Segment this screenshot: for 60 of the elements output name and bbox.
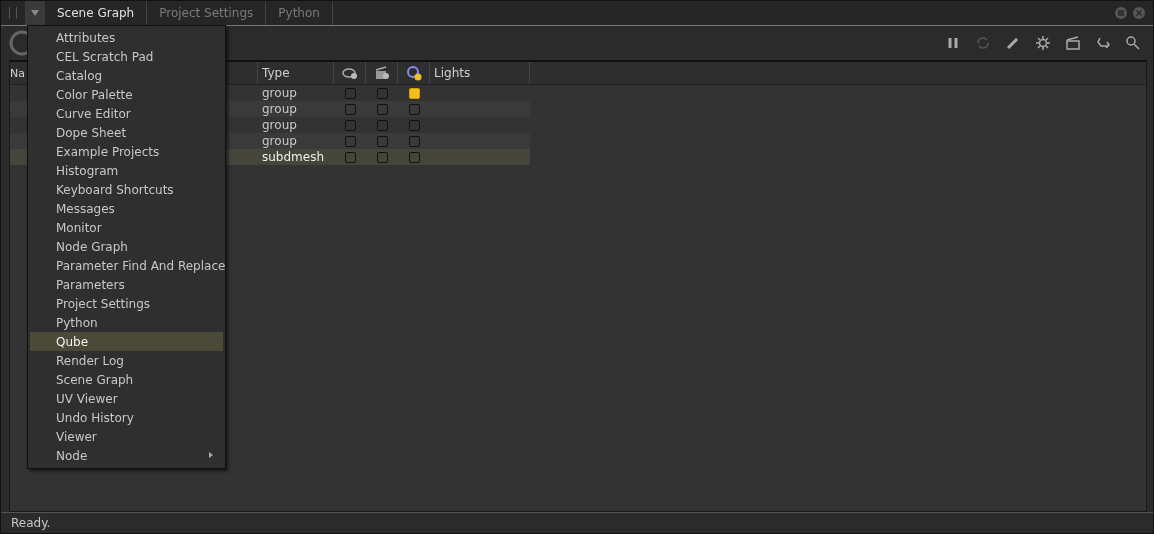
checkbox[interactable]: [344, 103, 356, 115]
table-cell-text: group: [261, 133, 298, 149]
menu-item[interactable]: Messages: [30, 199, 223, 218]
checkbox[interactable]: [376, 135, 388, 147]
refresh-icon[interactable]: [975, 35, 991, 51]
table-cell-text: subdmesh: [261, 149, 326, 165]
menu-item[interactable]: Histogram: [30, 161, 223, 180]
gear-icon[interactable]: [1035, 35, 1051, 51]
menu-item[interactable]: Project Settings: [30, 294, 223, 313]
checkbox[interactable]: [344, 135, 356, 147]
menu-item[interactable]: Parameter Find And Replace: [30, 256, 223, 275]
column-header[interactable]: Lights: [430, 62, 530, 84]
menu-item[interactable]: Catalog: [30, 66, 223, 85]
eye-icon: [341, 66, 358, 80]
menu-item[interactable]: Node: [30, 446, 223, 465]
status-text: Ready.: [1, 512, 1153, 533]
checkbox[interactable]: [376, 151, 388, 163]
menu-item[interactable]: Scene Graph: [30, 370, 223, 389]
menu-item[interactable]: Monitor: [30, 218, 223, 237]
checkbox[interactable]: [344, 151, 356, 163]
menu-item[interactable]: Qube: [30, 332, 223, 351]
menu-item[interactable]: Render Log: [30, 351, 223, 370]
menu-item[interactable]: Parameters: [30, 275, 223, 294]
checkbox[interactable]: [408, 103, 420, 115]
checkbox[interactable]: [376, 119, 388, 131]
tab[interactable]: Python: [266, 1, 333, 25]
checkbox[interactable]: [376, 87, 388, 99]
table-cell-text: group: [261, 101, 298, 117]
menu-item[interactable]: Curve Editor: [30, 104, 223, 123]
checkbox[interactable]: [408, 119, 420, 131]
clapperboard-icon: [373, 66, 390, 80]
menu-item[interactable]: Keyboard Shortcuts: [30, 180, 223, 199]
menu-item[interactable]: Python: [30, 313, 223, 332]
clapperboard-icon[interactable]: [1065, 35, 1081, 51]
checkbox[interactable]: [344, 87, 356, 99]
checkbox[interactable]: [408, 87, 420, 99]
menu-item[interactable]: Example Projects: [30, 142, 223, 161]
checkbox[interactable]: [376, 103, 388, 115]
checkbox[interactable]: [408, 135, 420, 147]
panel-menu-button[interactable]: [25, 1, 45, 25]
menu-item[interactable]: Undo History: [30, 408, 223, 427]
caret-icon: [30, 8, 40, 18]
table-cell-text: group: [261, 85, 298, 101]
close-icon[interactable]: [1133, 7, 1145, 19]
menu-item[interactable]: CEL Scratch Pad: [30, 47, 223, 66]
table-cell-text: group: [261, 117, 298, 133]
menu-item[interactable]: Attributes: [30, 28, 223, 47]
search-icon[interactable]: [1125, 35, 1141, 51]
menu-item[interactable]: Dope Sheet: [30, 123, 223, 142]
menu-item[interactable]: Color Palette: [30, 85, 223, 104]
menu-item[interactable]: UV Viewer: [30, 389, 223, 408]
checkbox[interactable]: [408, 151, 420, 163]
menu-item[interactable]: Viewer: [30, 427, 223, 446]
maximize-icon[interactable]: [1115, 7, 1127, 19]
checkbox[interactable]: [344, 119, 356, 131]
swap-icon[interactable]: [1095, 35, 1111, 51]
pencil-icon[interactable]: [1005, 35, 1021, 51]
column-header[interactable]: Type: [258, 62, 334, 84]
refresh-icon: [405, 65, 422, 81]
menu-item[interactable]: Node Graph: [30, 237, 223, 256]
